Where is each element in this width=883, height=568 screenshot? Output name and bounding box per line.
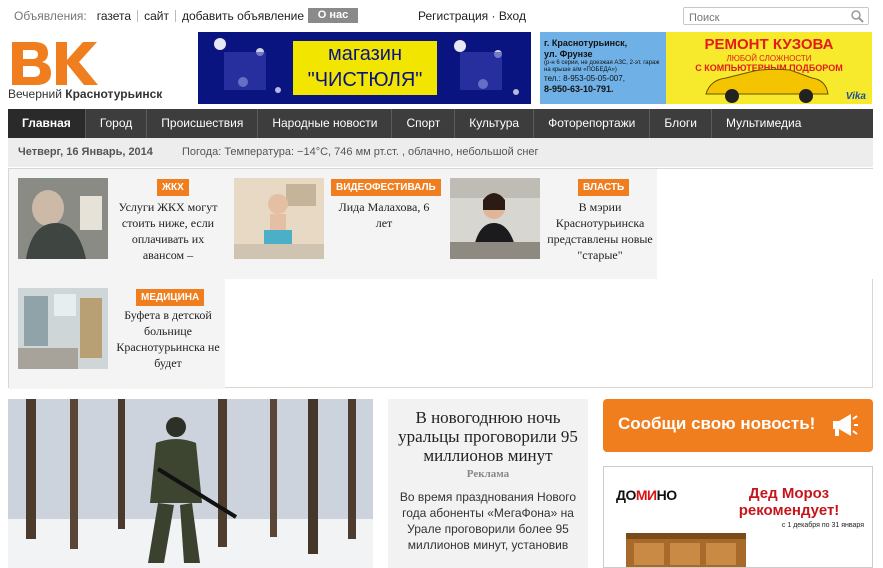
featured-tag: Реклама	[466, 468, 510, 480]
current-date: Четверг, 16 Январь, 2014	[18, 146, 153, 158]
news-grid: ЖКХ Услуги ЖКХ могут стоить ниже, если о…	[8, 168, 873, 389]
news-photo-image	[18, 288, 108, 369]
nav-item-photo-reports[interactable]: Фоторепортажи	[534, 109, 651, 138]
furniture-graphic	[626, 533, 746, 567]
news-card[interactable]: ВЛАСТЬ В мэрии Краснотурьинска представл…	[441, 169, 657, 279]
news-tag[interactable]: ЖКХ	[157, 179, 189, 196]
car-graphic	[705, 68, 829, 103]
banner-chistyulya-text: магазин "ЧИСТЮЛЯ"	[293, 41, 437, 95]
banner-note: (р-н 6 серии, не доезжая АЗС, 2-эт. гара…	[544, 60, 660, 73]
weather-info: Погода: Температура: −14°C, 746 мм рт.ст…	[182, 146, 539, 158]
news-photo	[450, 178, 540, 259]
news-tag[interactable]: ВИДЕОФЕСТИВАЛЬ	[331, 179, 441, 196]
news-title[interactable]: В мэрии Краснотурьинска представлены нов…	[545, 199, 655, 263]
banner-chistyulya[interactable]: магазин "ЧИСТЮЛЯ"	[198, 32, 531, 104]
featured-article[interactable]: В новогоднюю ночь уральцы проговорили 95…	[388, 399, 588, 568]
banner-address: г. Краснотурьинск, ул. Фрунзе (р-н 6 сер…	[544, 38, 662, 95]
news-tag[interactable]: ВЛАСТЬ	[578, 179, 630, 196]
nav-item-city[interactable]: Город	[86, 109, 148, 138]
site-logo[interactable]: Вечерний Краснотурьинск	[8, 40, 183, 104]
about-button[interactable]: О нас	[308, 8, 358, 23]
megaphone-icon	[833, 414, 858, 436]
ads-link-site[interactable]: сайт	[138, 10, 176, 22]
featured-headline[interactable]: В новогоднюю ночь уральцы проговорили 95…	[388, 399, 588, 465]
news-photo-image	[18, 178, 108, 259]
news-card[interactable]: ВИДЕОФЕСТИВАЛЬ Лида Малахова, 6 лет	[225, 169, 441, 279]
report-news-label: Сообщи свою новость!	[618, 414, 816, 433]
ads-links: Объявления: газета сайт добавить объявле…	[14, 9, 310, 23]
vk-logo-mark	[12, 42, 98, 85]
info-bar: Четверг, 16 Январь, 2014 Погода: Темпера…	[8, 138, 873, 167]
nav-item-people-news[interactable]: Народные новости	[258, 109, 393, 138]
news-photo	[18, 178, 108, 259]
featured-photo-image	[8, 399, 373, 568]
news-title[interactable]: Лида Малахова, 6 лет	[329, 199, 439, 231]
banner-city: г. Краснотурьинск,	[544, 38, 628, 48]
banner-street: ул. Фрунзе	[544, 49, 593, 59]
search-icon[interactable]	[851, 10, 864, 23]
site-name: Вечерний Краснотурьинск	[8, 87, 162, 101]
banner-brand: Vika	[845, 91, 866, 102]
main-nav: Главная Город Происшествия Народные ново…	[8, 109, 873, 138]
banner-repair-card: РЕМОНТ КУЗОВА ЛЮБОЙ СЛОЖНОСТИ С КОМПЬЮТЕ…	[666, 32, 872, 104]
search-input[interactable]	[684, 10, 844, 26]
search-box	[683, 7, 869, 26]
top-bar: Объявления: газета сайт добавить объявле…	[0, 0, 883, 32]
news-card[interactable]: ЖКХ Услуги ЖКХ могут стоить ниже, если о…	[9, 169, 225, 279]
ads-link-add[interactable]: добавить объявление	[176, 10, 310, 22]
site-name-a: Вечерний	[8, 87, 62, 101]
news-tag[interactable]: МЕДИЦИНА	[136, 289, 205, 306]
ads-label: Объявления:	[14, 9, 87, 23]
banner-line-2: "ЧИСТЮЛЯ"	[307, 69, 423, 91]
news-title[interactable]: Услуги ЖКХ могут стоить ниже, если оплач…	[113, 199, 223, 263]
banner-body-repair[interactable]: г. Краснотурьинск, ул. Фрунзе (р-н 6 сер…	[540, 32, 872, 104]
featured-text: Во время празднования Нового года абонен…	[399, 490, 577, 552]
nav-item-home[interactable]: Главная	[8, 109, 86, 138]
nav-item-sport[interactable]: Спорт	[392, 109, 456, 138]
nav-item-incidents[interactable]: Происшествия	[147, 109, 259, 138]
banner-line-1: магазин	[327, 43, 402, 65]
news-card[interactable]: МЕДИЦИНА Буфета в детской больнице Красн…	[9, 279, 225, 389]
news-title[interactable]: Буфета в детской больнице Краснотурьинск…	[113, 307, 223, 371]
news-photo	[234, 178, 324, 259]
auth-links[interactable]: Регистрация · Вход	[418, 9, 526, 23]
nav-item-multimedia[interactable]: Мультимедиа	[712, 109, 815, 138]
ads-link-newspaper[interactable]: газета	[91, 10, 139, 22]
banner-tel-1: тел.: 8-953-05-05-007,	[544, 74, 625, 83]
site-name-b: Краснотурьинск	[65, 87, 163, 101]
news-photo-image	[450, 178, 540, 259]
banner-domino[interactable]: ДОМИНО Дед Мороз рекомендует! с 1 декабр…	[603, 466, 873, 568]
featured-photo[interactable]	[8, 399, 373, 568]
banner-tel-2: 8-950-63-10-791.	[544, 84, 614, 94]
news-photo-image	[234, 178, 324, 259]
news-photo	[18, 288, 108, 369]
news-card-empty	[657, 169, 873, 279]
nav-item-blogs[interactable]: Блоги	[650, 109, 712, 138]
nav-item-culture[interactable]: Культура	[455, 109, 535, 138]
report-news-button[interactable]: Сообщи свою новость!	[603, 399, 873, 452]
